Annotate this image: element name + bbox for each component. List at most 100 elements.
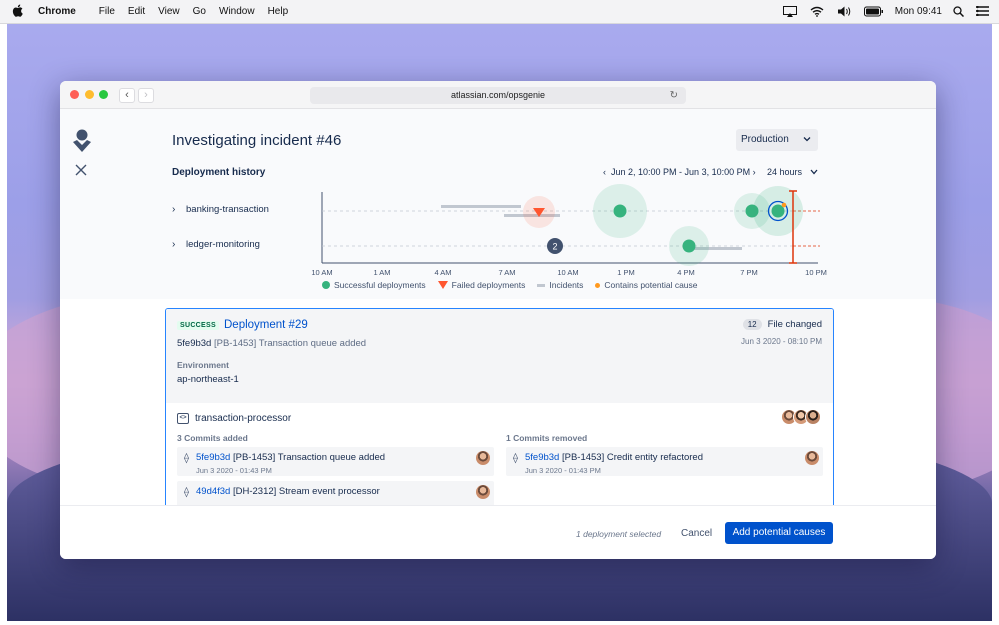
avatar[interactable] <box>476 451 490 465</box>
commit-hash-link[interactable]: 49d4f3d <box>196 486 230 497</box>
menu-window[interactable]: Window <box>219 6 255 17</box>
chevron-down-icon <box>805 167 818 177</box>
battery-icon[interactable] <box>863 6 884 17</box>
close-window-button[interactable] <box>70 90 79 99</box>
timeline-legend: Successful deployments Failed deployment… <box>322 280 698 290</box>
axis-tick-label: 7 PM <box>740 268 758 277</box>
service-name: ledger-monitoring <box>186 239 260 250</box>
axis-tick-label: 7 AM <box>498 268 515 277</box>
add-potential-causes-button[interactable]: Add potential causes <box>725 522 833 544</box>
commit-message: [PB-1453] Transaction queue added <box>213 338 367 349</box>
forward-button[interactable]: › <box>138 88 154 103</box>
zoom-window-button[interactable] <box>99 90 108 99</box>
wifi-icon[interactable] <box>810 6 826 17</box>
volume-icon[interactable] <box>837 6 853 17</box>
commit-icon: ⟠ <box>184 487 189 498</box>
commit-item[interactable]: ⟠ 5fe9b3d [PB-1453] Credit entity refact… <box>506 447 823 476</box>
failed-triangle-icon <box>437 281 448 289</box>
commit-message: [PB-1453] Credit entity refactored <box>561 452 703 463</box>
legend-failed: Failed deployments <box>437 280 525 290</box>
potential-cause-dot <box>781 202 787 208</box>
environment-select-value: Production <box>741 134 789 145</box>
environment-select[interactable]: Production <box>736 129 818 151</box>
commit-icon: ⟠ <box>184 453 189 464</box>
success-dot-icon <box>322 281 330 289</box>
axis-tick-label: 1 AM <box>373 268 390 277</box>
url-text: atlassian.com/opsgenie <box>450 90 546 100</box>
axis-tick-label: 4 AM <box>434 268 451 277</box>
service-row-banking-transaction[interactable]: › banking-transaction <box>172 204 269 215</box>
next-range-icon[interactable]: › <box>753 167 756 177</box>
minimize-window-button[interactable] <box>85 90 94 99</box>
spotlight-search-icon[interactable] <box>953 6 965 18</box>
back-button[interactable]: ‹ <box>119 88 135 103</box>
status-badge: SUCCESS <box>177 321 219 330</box>
time-range-navigator: ‹ Jun 2, 10:00 PM - Jun 3, 10:00 PM › <box>603 167 756 177</box>
commits-added-label: 3 Commits added <box>177 433 248 443</box>
commit-icon: ⟠ <box>513 453 518 464</box>
menu-bar: Chrome File Edit View Go Window Help Mon… <box>0 0 999 24</box>
axis-tick-label: 10 AM <box>311 268 332 277</box>
commit-message: [PB-1453] Transaction queue added <box>232 452 386 463</box>
menu-edit[interactable]: Edit <box>128 6 145 17</box>
menu-view[interactable]: View <box>158 6 180 17</box>
menu-help[interactable]: Help <box>268 6 289 17</box>
axis-tick-label: 10 AM <box>557 268 578 277</box>
deployment-timeline: 2 10 AM 1 AM 4 AM 7 AM 10 AM 1 PM 4 PM 7… <box>311 184 827 277</box>
incident-header-area: Investigating incident #46 Production De… <box>60 109 936 299</box>
menu-file[interactable]: File <box>99 6 115 17</box>
cancel-button[interactable]: Cancel <box>677 523 716 545</box>
code-icon: <> <box>177 413 189 424</box>
incident-bar[interactable] <box>441 205 521 208</box>
reload-icon[interactable]: ↻ <box>670 87 678 104</box>
time-span-select[interactable]: 24 hours <box>767 167 818 177</box>
axis-tick-label: 1 PM <box>617 268 635 277</box>
axis-tick-label: 10 PM <box>805 268 827 277</box>
clock[interactable]: Mon 09:41 <box>895 6 942 17</box>
potential-cause-dot-icon <box>595 282 601 288</box>
control-center-icon[interactable] <box>976 5 989 17</box>
commit-hash: 5fe9b3d <box>177 338 212 349</box>
legend-potential-cause: Contains potential cause <box>595 280 698 290</box>
service-row-ledger-monitoring[interactable]: › ledger-monitoring <box>172 239 260 250</box>
opsgenie-logo-icon[interactable] <box>72 129 92 153</box>
files-changed-label: File changed <box>767 319 822 330</box>
successful-deployment-marker[interactable] <box>613 204 627 218</box>
avatar[interactable] <box>805 409 821 425</box>
deployment-date: Jun 3 2020 - 08:10 PM <box>741 337 822 346</box>
commit-hash-link[interactable]: 5fe9b3d <box>196 452 230 463</box>
commit-date: Jun 3 2020 - 01:43 PM <box>525 466 601 475</box>
contributor-avatars[interactable] <box>781 409 821 425</box>
address-bar[interactable]: atlassian.com/opsgenie ↻ <box>310 87 686 104</box>
deployment-history-label: Deployment history <box>172 167 266 178</box>
chevron-right-icon: › <box>172 239 176 250</box>
apple-icon[interactable] <box>10 4 24 20</box>
avatar[interactable] <box>805 451 819 465</box>
incident-bar-icon <box>537 283 546 287</box>
deployment-commit: 5fe9b3d [PB-1453] Transaction queue adde… <box>177 338 366 349</box>
app-name[interactable]: Chrome <box>38 6 76 17</box>
selection-count: 1 deployment selected <box>576 529 662 539</box>
avatar[interactable] <box>476 485 490 499</box>
commit-item[interactable]: ⟠ 5fe9b3d [PB-1453] Transaction queue ad… <box>177 447 494 476</box>
airplay-icon[interactable] <box>782 6 799 17</box>
chevron-down-icon <box>803 129 811 151</box>
commits-removed-label: 1 Commits removed <box>506 433 588 443</box>
files-changed-count: 12 <box>742 319 762 330</box>
deployment-title-link[interactable]: Deployment #29 <box>224 319 308 331</box>
files-changed[interactable]: 12 File changed <box>742 319 822 330</box>
menu-go[interactable]: Go <box>193 6 206 17</box>
repository-name: transaction-processor <box>195 413 292 424</box>
environment-value: ap-northeast-1 <box>177 374 239 385</box>
grouped-deployments-count: 2 <box>552 242 557 252</box>
commit-hash-link[interactable]: 5fe9b3d <box>525 452 559 463</box>
previous-range-icon[interactable]: ‹ <box>603 167 606 177</box>
close-icon[interactable] <box>75 164 89 178</box>
time-span-value: 24 hours <box>767 167 803 177</box>
successful-deployment-marker[interactable] <box>682 239 696 253</box>
commit-message: [DH-2312] Stream event processor <box>232 486 380 497</box>
commit-item[interactable]: ⟠ 49d4f3d [DH-2312] Stream event process… <box>177 481 494 507</box>
deployment-detail-card[interactable]: SUCCESS Deployment #29 5fe9b3d [PB-1453]… <box>165 308 834 508</box>
browser-window: ‹ › atlassian.com/opsgenie ↻ Investigati… <box>60 81 936 559</box>
service-name: banking-transaction <box>186 204 269 215</box>
